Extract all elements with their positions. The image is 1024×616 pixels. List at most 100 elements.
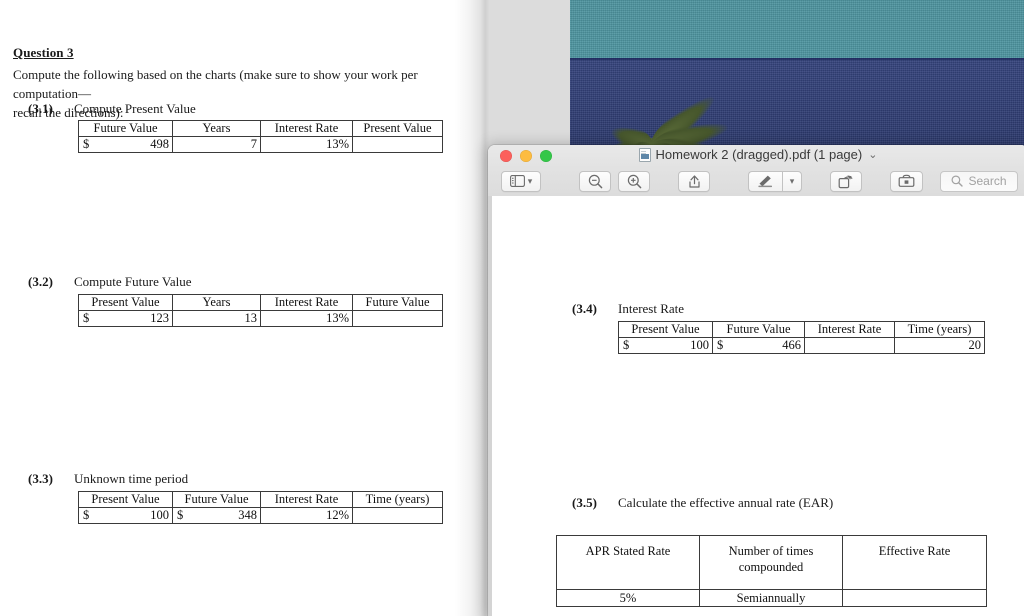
- cell-interest-rate[interactable]: 13%: [260, 310, 353, 327]
- cell-times-compounded[interactable]: Semiannually: [699, 589, 843, 607]
- col-header: Interest Rate: [804, 321, 895, 338]
- section-3-3-header: (3.3) Unknown time period: [28, 471, 188, 487]
- cell-apr-stated-rate[interactable]: 5%: [556, 589, 700, 607]
- cell-present-value[interactable]: [352, 136, 443, 153]
- section-3-3-number: (3.3): [28, 471, 53, 486]
- col-header: Time (years): [894, 321, 985, 338]
- header-line-1: Number of times: [728, 544, 814, 558]
- table-3-5-ear[interactable]: APR Stated Rate Number of times compound…: [556, 535, 987, 607]
- section-3-4-header: (3.4) Interest Rate: [572, 301, 684, 317]
- background-window-right-edge: [455, 0, 490, 616]
- currency-symbol: $: [83, 508, 90, 523]
- col-header: Interest Rate: [260, 120, 353, 137]
- section-3-2-header: (3.2) Compute Future Value: [28, 274, 191, 290]
- col-header: Present Value: [352, 120, 443, 137]
- markup-button[interactable]: [748, 170, 782, 192]
- sidebar-view-button[interactable]: ▾: [501, 170, 541, 192]
- zoom-in-button[interactable]: [618, 170, 650, 192]
- zoom-out-icon: [588, 174, 602, 188]
- minimize-button[interactable]: [520, 150, 532, 162]
- section-3-2-label: Compute Future Value: [74, 274, 192, 289]
- traffic-light-buttons: [500, 150, 552, 162]
- table-row: 5% Semiannually: [556, 589, 987, 607]
- cell-present-value[interactable]: $ 100: [618, 337, 713, 354]
- table-row: $ 100 $ 466 20: [618, 337, 985, 354]
- table-row: $ 498 7 13%: [78, 136, 443, 153]
- window-title: Homework 2 (dragged).pdf (1 page): [655, 147, 863, 162]
- col-header-apr-stated-rate: APR Stated Rate: [556, 535, 700, 590]
- rotate-icon: [838, 174, 853, 188]
- col-header: Future Value: [78, 120, 173, 137]
- preview-content-area[interactable]: (3.4) Interest Rate Present Value Future…: [488, 196, 1024, 616]
- preview-toolbar: ▾ ▾ Search: [488, 167, 1024, 195]
- cell-interest-rate[interactable]: 13%: [260, 136, 353, 153]
- section-3-1-header: (3.1) Compute Present Value: [28, 101, 196, 117]
- section-3-5-header: (3.5) Calculate the effective annual rat…: [572, 495, 833, 511]
- section-3-1-number: (3.1): [28, 101, 53, 116]
- rotate-button[interactable]: [830, 170, 862, 192]
- section-3-4-number: (3.4): [572, 301, 597, 316]
- pdf-document-icon: [638, 147, 651, 162]
- zoom-in-icon: [627, 174, 641, 188]
- cell-interest-rate[interactable]: 12%: [260, 507, 353, 524]
- palm-tree-graphic: [580, 70, 780, 152]
- col-header: Present Value: [618, 321, 713, 338]
- desktop-gray-gap: [490, 0, 570, 152]
- cell-years[interactable]: 13: [172, 310, 261, 327]
- section-3-1-label: Compute Present Value: [74, 101, 196, 116]
- background-document-window[interactable]: Question 3 Compute the following based o…: [0, 0, 490, 616]
- col-header: Interest Rate: [260, 491, 353, 508]
- section-3-5-label: Calculate the effective annual rate (EAR…: [618, 495, 834, 510]
- table-3-3[interactable]: Present Value Future Value Interest Rate…: [78, 491, 443, 524]
- preview-window[interactable]: Homework 2 (dragged).pdf (1 page) ⌄ ▾ ▾ …: [488, 145, 1024, 616]
- markup-button-group: ▾: [748, 170, 802, 192]
- table-row: Present Value Years Interest Rate Future…: [78, 294, 443, 311]
- intro-line-1: Compute the following based on the chart…: [13, 67, 418, 101]
- cell-value: 123: [150, 311, 169, 326]
- table-row: $ 100 $ 348 12%: [78, 507, 443, 524]
- window-titlebar[interactable]: Homework 2 (dragged).pdf (1 page) ⌄ ▾ ▾ …: [488, 145, 1024, 197]
- header-line-2: compounded: [738, 559, 804, 574]
- cell-value: 348: [238, 508, 257, 523]
- table-row: Present Value Future Value Interest Rate…: [618, 321, 985, 338]
- cell-interest-rate[interactable]: [804, 337, 895, 354]
- cell-time-years[interactable]: 20: [894, 337, 985, 354]
- col-header: Time (years): [352, 491, 443, 508]
- search-placeholder: Search: [968, 174, 1007, 188]
- cell-present-value[interactable]: $ 100: [78, 507, 173, 524]
- col-header: Interest Rate: [260, 294, 353, 311]
- currency-symbol: $: [177, 508, 184, 523]
- cell-value: 466: [782, 338, 801, 353]
- table-row: Present Value Future Value Interest Rate…: [78, 491, 443, 508]
- window-title-group: Homework 2 (dragged).pdf (1 page) ⌄: [488, 147, 1024, 162]
- table-3-4[interactable]: Present Value Future Value Interest Rate…: [618, 321, 985, 354]
- share-button[interactable]: [678, 170, 710, 192]
- currency-symbol: $: [717, 338, 724, 353]
- cell-future-value[interactable]: $ 466: [712, 337, 805, 354]
- search-input[interactable]: Search: [940, 170, 1018, 192]
- col-header: Future Value: [352, 294, 443, 311]
- table-3-2[interactable]: Present Value Years Interest Rate Future…: [78, 294, 443, 327]
- close-button[interactable]: [500, 150, 512, 162]
- cell-future-value[interactable]: $ 498: [78, 136, 173, 153]
- chevron-down-icon[interactable]: ⌄: [868, 148, 877, 161]
- col-header-effective-rate: Effective Rate: [842, 535, 987, 590]
- marker-pen-icon: [758, 175, 772, 188]
- cell-future-value[interactable]: $ 348: [172, 507, 261, 524]
- cell-future-value[interactable]: [352, 310, 443, 327]
- zoom-out-button[interactable]: [579, 170, 611, 192]
- pdf-page: (3.4) Interest Rate Present Value Future…: [492, 196, 1024, 616]
- markup-options-button[interactable]: ▾: [782, 170, 802, 192]
- table-3-1[interactable]: Future Value Years Interest Rate Present…: [78, 120, 443, 153]
- chevron-down-icon: ▾: [789, 175, 795, 186]
- cell-time-years[interactable]: [352, 507, 443, 524]
- sidebar-icon: [509, 175, 525, 187]
- markup-toolbar-button[interactable]: [890, 170, 923, 192]
- cell-years[interactable]: 7: [172, 136, 261, 153]
- col-header: Future Value: [712, 321, 805, 338]
- desktop-wallpaper: [570, 0, 1024, 152]
- maximize-button[interactable]: [540, 150, 552, 162]
- cell-present-value[interactable]: $ 123: [78, 310, 173, 327]
- cell-effective-rate[interactable]: [842, 589, 987, 607]
- section-3-3-label: Unknown time period: [74, 471, 189, 486]
